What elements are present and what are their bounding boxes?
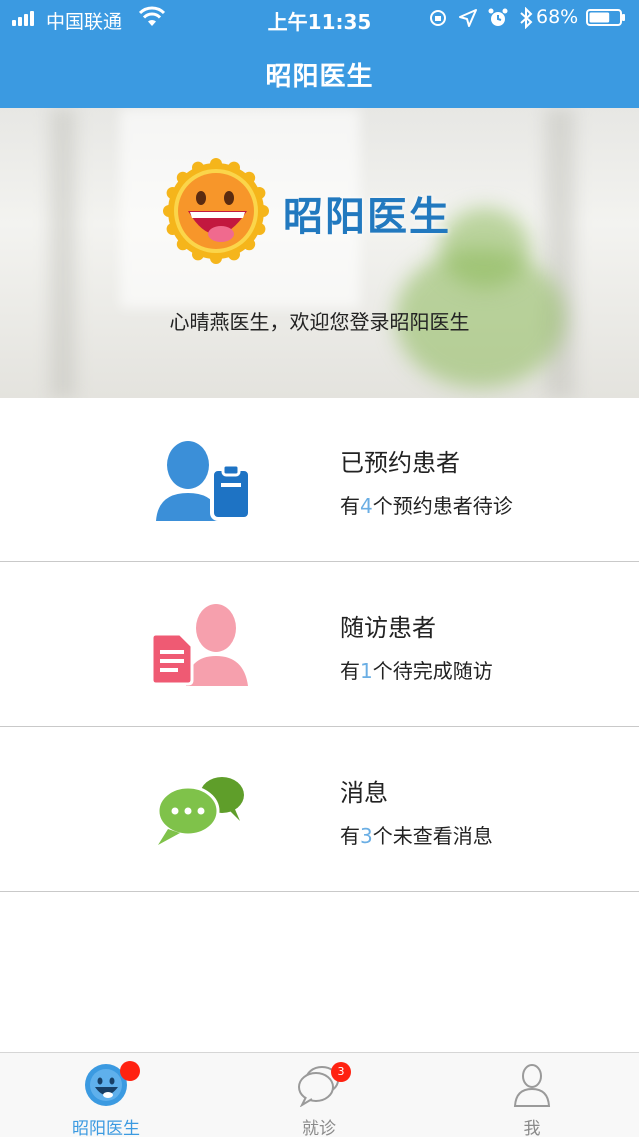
count-prefix: 有 <box>340 659 360 683</box>
count-prefix: 有 <box>340 494 360 518</box>
person-icon <box>513 1064 551 1107</box>
background-window-post <box>50 108 76 398</box>
notification-badge: 3 <box>331 1062 351 1082</box>
count-prefix: 有 <box>340 824 360 848</box>
tab-profile[interactable]: 我 <box>472 1053 592 1139</box>
welcome-message: 心晴燕医生，欢迎您登录昭阳医生 <box>169 310 470 334</box>
notification-dot <box>120 1061 140 1081</box>
tab-label: 昭阳医生 <box>72 1119 140 1139</box>
followup-patients-card[interactable]: 随访患者 有1个待完成随访 <box>0 563 639 727</box>
card-title: 随访患者 <box>340 614 436 642</box>
count-suffix: 个待完成随访 <box>372 659 493 683</box>
count-value: 3 <box>360 824 373 848</box>
status-icons <box>428 6 533 30</box>
brand-name: 昭阳医生 <box>283 194 451 240</box>
tab-label: 我 <box>523 1119 541 1139</box>
chat-bubbles-icon <box>156 777 244 845</box>
tab-label: 就诊 <box>302 1119 336 1139</box>
appointment-patients-card[interactable]: 已预约患者 有4个预约患者待诊 <box>0 398 639 562</box>
orientation-lock-icon <box>430 10 446 26</box>
user-document-icon <box>150 604 248 686</box>
count-suffix: 个未查看消息 <box>372 824 493 848</box>
count-value: 1 <box>360 659 373 683</box>
count-suffix: 个预约患者待诊 <box>372 494 513 518</box>
bluetooth-icon <box>520 7 533 29</box>
tab-consultation[interactable]: 3 就诊 <box>259 1053 379 1139</box>
hero-banner: 昭阳医生 心晴燕医生，欢迎您登录昭阳医生 <box>0 108 639 398</box>
user-clipboard-icon <box>156 441 252 521</box>
sun-logo-icon <box>163 158 269 264</box>
alarm-icon <box>488 8 508 26</box>
nav-title: 昭阳医生 <box>265 62 374 92</box>
status-bar: 中国联通 上午11:35 68% <box>0 0 639 36</box>
location-icon <box>459 9 477 27</box>
top-bar: 中国联通 上午11:35 68% 昭阳医生 <box>0 0 639 108</box>
background-plant <box>440 208 530 288</box>
card-subtitle: 有4个预约患者待诊 <box>340 490 513 519</box>
card-title: 已预约患者 <box>340 449 460 477</box>
battery-percent: 68% <box>536 6 579 28</box>
tab-home[interactable]: 昭阳医生 <box>46 1053 166 1139</box>
battery-icon <box>586 9 625 26</box>
tab-bar: 昭阳医生 3 就诊 我 <box>0 1052 639 1139</box>
card-subtitle: 有3个未查看消息 <box>340 820 493 849</box>
card-title: 消息 <box>340 779 388 807</box>
messages-card[interactable]: 消息 有3个未查看消息 <box>0 728 639 892</box>
card-subtitle: 有1个待完成随访 <box>340 655 493 684</box>
count-value: 4 <box>360 494 373 518</box>
